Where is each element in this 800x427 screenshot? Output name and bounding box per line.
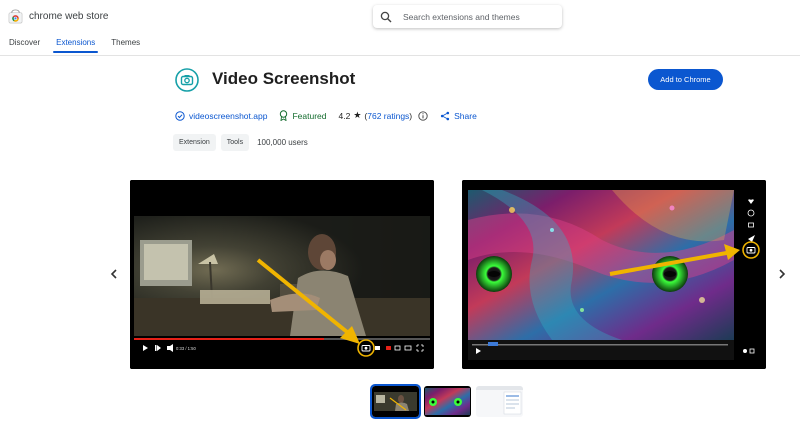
search-box[interactable]: Search extensions and themes (373, 5, 562, 28)
ratings-link[interactable]: 762 ratings (367, 111, 409, 121)
thumbnail-3-image (476, 386, 523, 417)
screenshot-slide-2[interactable] (462, 180, 766, 369)
thumbnail-2[interactable] (424, 386, 471, 417)
featured-badge-icon (280, 110, 288, 121)
share-link[interactable]: Share (454, 111, 477, 121)
nav-tabs: Discover Extensions Themes (0, 38, 147, 56)
store-name: chrome web store (29, 11, 109, 22)
thumbnail-1-image (372, 386, 419, 417)
featured-label: Featured (292, 110, 327, 121)
extension-meta: videoscreenshot.app Featured 4.2 ★ (762 … (175, 109, 477, 122)
tab-discover[interactable]: Discover (9, 38, 40, 56)
header-divider (0, 55, 800, 56)
tab-themes[interactable]: Themes (111, 38, 140, 56)
chevron-right-icon[interactable] (776, 268, 788, 280)
screenshot-1-image: 0:33 / 1:50 (130, 180, 434, 369)
info-icon[interactable] (418, 110, 428, 121)
search-icon (380, 11, 392, 22)
add-to-chrome-button[interactable]: Add to Chrome (648, 69, 723, 90)
thumbnail-2-image (424, 386, 471, 417)
star-icon: ★ (353, 110, 362, 120)
video-time-text: 0:33 / 1:50 (176, 346, 196, 351)
user-count: 100,000 users (257, 138, 308, 147)
chevron-left-icon[interactable] (108, 268, 120, 280)
chip-extension[interactable]: Extension (173, 134, 216, 151)
tag-chips: Extension Tools 100,000 users (173, 134, 308, 151)
search-placeholder[interactable]: Search extensions and themes (403, 12, 520, 22)
video-screenshot-logo-icon (175, 68, 199, 92)
share-icon[interactable] (440, 111, 450, 121)
rating-close-paren: ) (409, 110, 413, 121)
rating-value: 4.2 (338, 110, 351, 121)
verified-icon (175, 110, 185, 121)
top-bar: chrome web store Search extensions and t… (0, 0, 800, 56)
tab-extensions[interactable]: Extensions (53, 38, 99, 56)
chip-tools[interactable]: Tools (220, 134, 250, 151)
screenshot-2-image (462, 180, 766, 369)
thumbnail-1[interactable] (370, 384, 421, 419)
screenshot-slide-1[interactable]: 0:33 / 1:50 (130, 180, 434, 369)
thumbnail-3[interactable] (476, 386, 523, 417)
chrome-web-store-logo-icon (8, 9, 23, 24)
extension-title: Video Screenshot (212, 69, 356, 88)
store-brand[interactable]: chrome web store (8, 9, 108, 24)
thumbnail-strip (370, 384, 523, 419)
website-link[interactable]: videoscreenshot.app (189, 111, 267, 121)
